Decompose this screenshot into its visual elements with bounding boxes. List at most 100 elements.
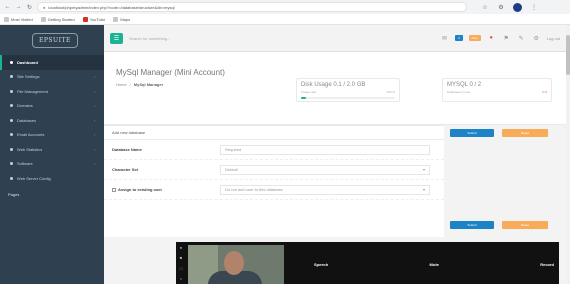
address-url: localhost/phpmyadmin/index.php?route=/da… — [48, 4, 175, 10]
sidebar-item-site-settings[interactable]: Site Settings ‹ — [0, 70, 104, 85]
pencil-icon[interactable]: ✎ — [517, 35, 526, 42]
mysql-value: MYSQL 0 / 2 — [447, 82, 482, 88]
forward-icon[interactable]: → — [15, 4, 22, 11]
box-icon — [10, 162, 13, 166]
assign-user-select[interactable]: Do not add user to this database ▾ — [220, 184, 430, 195]
bookmark-maps[interactable]: Maps — [113, 16, 131, 22]
reset-button-top[interactable]: Reset — [502, 129, 548, 137]
bookmarks-bar: Most Visited Getting Started YouTube Map… — [0, 14, 570, 25]
profile-avatar[interactable] — [513, 2, 522, 12]
bookmark-label: Getting Started — [47, 16, 75, 22]
video-label-row: Speech Mute Record — [314, 262, 554, 267]
chevron-left-icon: ‹ — [94, 161, 96, 167]
address-bar[interactable]: ● localhost/phpmyadmin/index.php?route=/… — [37, 2, 467, 12]
character-set-select[interactable]: Default ▾ — [220, 164, 430, 175]
record-label[interactable]: Record — [540, 262, 554, 267]
new-badge[interactable]: New — [468, 35, 481, 41]
globe-icon — [10, 104, 13, 108]
camera-icon[interactable]: ■ — [180, 255, 182, 260]
disk-usage-widget: Disk Usage 0.1 / 2.0 GB Usage ratio 100 … — [296, 78, 400, 102]
mic-icon[interactable]: ● — [180, 245, 182, 250]
server-icon — [10, 176, 13, 180]
search-input[interactable]: Search for something... — [129, 36, 209, 41]
sidebar-item-label: Databases — [17, 117, 37, 123]
sidebar: EPSUITE Dashboard Site Settings ‹ File M… — [0, 25, 104, 284]
extensions-icon[interactable]: ⚙ — [497, 3, 505, 11]
expand-icon[interactable]: □ — [180, 266, 182, 271]
chevron-left-icon: ‹ — [94, 103, 96, 109]
topbar: ☰ Search for something... ✉ 4 New ● ⚑ ✎ … — [104, 25, 566, 52]
gear-icon[interactable]: ⚙ — [532, 35, 541, 42]
chevron-down-icon: ▾ — [422, 167, 425, 172]
sidebar-item-file-management[interactable]: File Management ‹ — [0, 84, 104, 99]
sidebar-item-label: Email Accounts — [17, 132, 45, 138]
submit-button-top[interactable]: Submit — [450, 129, 494, 137]
envelope-icon[interactable]: ✉ — [440, 35, 449, 42]
bookmark-most-visited[interactable]: Most Visited — [4, 16, 33, 22]
bookmark-icon — [4, 16, 9, 22]
database-name-input[interactable]: Required — [220, 144, 430, 155]
bookmark-label: Maps — [120, 16, 131, 22]
breadcrumb: Home / MySql Manager — [116, 82, 163, 87]
page-scrollbar[interactable] — [566, 25, 570, 284]
chevron-left-icon: ‹ — [94, 88, 96, 94]
sidebar-item-software[interactable]: Software ‹ — [0, 157, 104, 172]
database-icon — [10, 118, 13, 122]
logout-link[interactable]: Log out — [547, 36, 560, 41]
back-icon[interactable]: ← — [4, 4, 11, 11]
add-database-panel: Add new database Database Name Required … — [104, 125, 444, 237]
sidebar-item-label: Web Statistics — [17, 146, 43, 152]
disk-usage-value: Disk Usage 0.1 / 2.0 GB — [301, 82, 366, 88]
folder-icon — [10, 89, 13, 93]
reset-button[interactable]: Reset — [502, 221, 548, 229]
disk-usage-percent: 100 % — [386, 90, 395, 94]
form-row-assign-user: Assign to existing user Do not add user … — [104, 180, 444, 200]
mute-label[interactable]: Mute — [430, 262, 439, 267]
chevron-left-icon: ‹ — [94, 117, 96, 123]
sidebar-item-dashboard[interactable]: Dashboard — [0, 55, 104, 70]
checkbox[interactable] — [112, 187, 116, 192]
video-controls: ● ■ □ × — [176, 242, 186, 284]
breadcrumb-home[interactable]: Home — [116, 82, 127, 87]
reload-icon[interactable]: ↻ — [26, 4, 33, 11]
sidebar-item-web-server-config[interactable]: Web Server Config — [0, 171, 104, 186]
sidebar-footer-label[interactable]: Pages — [0, 186, 104, 197]
close-icon[interactable]: × — [180, 276, 182, 281]
youtube-icon — [82, 16, 88, 22]
browser-toolbar: ← → ↻ ● localhost/phpmyadmin/index.php?r… — [0, 0, 570, 14]
lock-icon: ● — [43, 4, 46, 10]
chevron-left-icon: ‹ — [94, 74, 96, 80]
bookmark-getting-started[interactable]: Getting Started — [40, 16, 75, 22]
form-label: Database Name — [112, 147, 142, 152]
sidebar-item-label: Dashboard — [17, 59, 38, 65]
chevron-left-icon: ‹ — [94, 146, 96, 152]
form-row-character-set: Character Set Default ▾ — [104, 160, 444, 180]
settings-icon — [10, 75, 13, 79]
disk-usage-bar-fill — [301, 97, 306, 99]
video-overlay: ● ■ □ × Speech Mute Record — [176, 242, 559, 284]
submit-button[interactable]: Submit — [450, 221, 494, 229]
form-label-with-checkbox: Assign to existing user — [112, 187, 220, 192]
sidebar-item-email-accounts[interactable]: Email Accounts ‹ — [0, 128, 104, 143]
maps-icon — [113, 16, 119, 22]
star-icon[interactable]: ☆ — [481, 3, 489, 11]
sidebar-item-domains[interactable]: Domains ‹ — [0, 99, 104, 114]
disk-usage-label: Usage ratio — [301, 90, 317, 94]
hamburger-icon[interactable]: ☰ — [110, 32, 123, 44]
bookmark-youtube[interactable]: YouTube — [82, 16, 105, 22]
menu-dots-icon[interactable]: ⋮ — [530, 3, 538, 11]
sidebar-item-web-statistics[interactable]: Web Statistics ‹ — [0, 142, 104, 157]
logo[interactable]: EPSUITE — [0, 25, 104, 55]
bell-icon[interactable]: ● — [487, 35, 496, 41]
sidebar-item-label: Web Server Config — [17, 175, 51, 181]
scrollbar-thumb[interactable] — [566, 35, 570, 75]
notification-badge[interactable]: 4 — [454, 35, 463, 41]
form-row-database-name: Database Name Required — [104, 140, 444, 160]
sidebar-item-databases[interactable]: Databases ‹ — [0, 113, 104, 128]
chevron-left-icon: ‹ — [94, 132, 96, 138]
sidebar-item-label: Site Settings — [17, 74, 40, 80]
chart-icon — [10, 147, 13, 151]
speech-label[interactable]: Speech — [314, 262, 328, 267]
sidebar-item-label: File Management — [17, 88, 48, 94]
flag-icon[interactable]: ⚑ — [502, 35, 511, 42]
